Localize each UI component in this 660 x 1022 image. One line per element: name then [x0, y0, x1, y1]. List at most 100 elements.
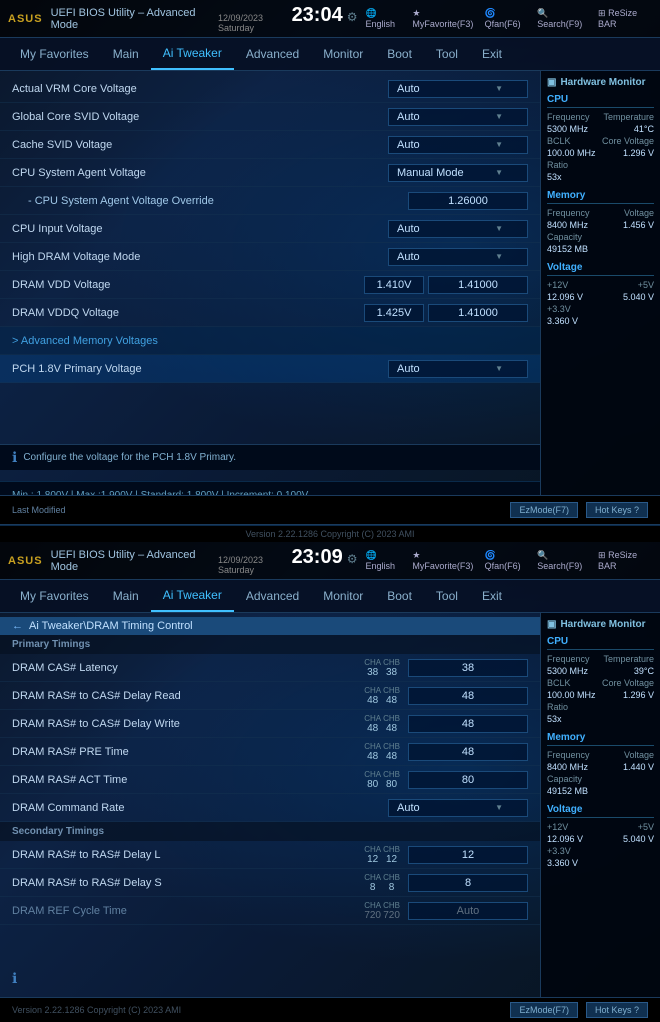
val-ras: CHA 80 CHB 80 80 — [364, 770, 528, 790]
val-vrm: Auto — [388, 80, 528, 98]
hw-cpu-freq-val-1: 5300 MHz 41°C — [547, 124, 654, 134]
box-ras[interactable]: 80 — [408, 771, 528, 789]
bottom-btns: EzMode(F7) Hot Keys ? — [510, 1002, 648, 1018]
dropdown-cpuin[interactable]: Auto — [388, 220, 528, 238]
label-dramvdd: DRAM VDD Voltage — [12, 279, 212, 291]
nav-main-1[interactable]: Main — [101, 39, 151, 69]
nav-advanced-2[interactable]: Advanced — [234, 581, 311, 611]
row-rp: DRAM RAS# PRE Time CHA 48 CHB 48 48 — [0, 738, 540, 766]
box-rrd-s[interactable]: 8 — [408, 874, 528, 892]
nav-monitor-1[interactable]: Monitor — [311, 39, 375, 69]
nav-boot-2[interactable]: Boot — [375, 581, 424, 611]
lang-btn-1[interactable]: 🌐 English — [365, 8, 404, 29]
dropdown-hdram[interactable]: Auto — [388, 248, 528, 266]
ch-rrd-l: CHA 12 CHB 12 — [364, 845, 400, 865]
label-dramvddq: DRAM VDDQ Voltage — [12, 307, 212, 319]
ch-cas-a: CHA 38 — [364, 658, 381, 678]
qfan-btn-2[interactable]: 🌀 Qfan(F6) — [485, 550, 530, 571]
nav-monitor-2[interactable]: Monitor — [311, 581, 375, 611]
ch-cas-b: CHB 38 — [383, 658, 400, 678]
hotkeys-btn[interactable]: Hot Keys ? — [586, 502, 648, 518]
dropdown-cache[interactable]: Auto — [388, 136, 528, 154]
hw-ratio-row-1: Ratio — [547, 160, 654, 170]
ezmode-btn-bottom[interactable]: EzMode(F7) — [510, 1002, 578, 1018]
nav-tool-2[interactable]: Tool — [424, 581, 470, 611]
ch-rrd-s: CHA 8 CHB 8 — [364, 873, 400, 893]
row-cas: DRAM CAS# Latency CHA 38 CHB 38 38 — [0, 654, 540, 682]
dropdown-gcore[interactable]: Auto — [388, 108, 528, 126]
val-cache: Auto — [388, 136, 528, 154]
nav-myfav-2[interactable]: My Favorites — [8, 581, 101, 611]
settings-icon-2[interactable]: ⚙ — [347, 552, 358, 566]
search-btn-2[interactable]: 🔍 Search(F9) — [537, 550, 590, 571]
row-adv-mem[interactable]: > Advanced Memory Voltages — [0, 327, 540, 355]
dropdown-sysagent[interactable]: Manual Mode — [388, 164, 528, 182]
ezmode-btn[interactable]: EzMode(F7) — [510, 502, 578, 518]
nav-myfav-1[interactable]: My Favorites — [8, 39, 101, 69]
row-hdram: High DRAM Voltage Mode Auto — [0, 243, 540, 271]
secondary-timings-header: Secondary Timings — [0, 822, 540, 841]
ch-rp: CHA 48 CHB 48 — [364, 742, 400, 762]
hotkeys-btn-bottom[interactable]: Hot Keys ? — [586, 1002, 648, 1018]
val-pch: Auto — [388, 360, 528, 378]
box-rcd-write[interactable]: 48 — [408, 715, 528, 733]
nav-aitweaker-1[interactable]: Ai Tweaker — [151, 38, 234, 70]
top-bar-1: ASUS UEFI BIOS Utility – Advanced Mode 1… — [0, 0, 660, 38]
nav-boot-1[interactable]: Boot — [375, 39, 424, 69]
val-sysagent-override: 1.26000 — [408, 192, 528, 210]
qfan-btn-1[interactable]: 🌀 Qfan(F6) — [485, 8, 530, 29]
val-rcd-read: CHA 48 CHB 48 48 — [364, 686, 528, 706]
hw-cpu-title-1: CPU — [547, 94, 654, 108]
nav-aitweaker-2[interactable]: Ai Tweaker — [151, 580, 234, 612]
ch-cas: CHA 38 CHB 38 — [364, 658, 400, 678]
label-adv-mem: > Advanced Memory Voltages — [12, 335, 212, 347]
search-btn-1[interactable]: 🔍 Search(F9) — [537, 8, 590, 29]
row-rcd-read: DRAM RAS# to CAS# Delay Read CHA 48 CHB … — [0, 682, 540, 710]
row-rrd-l: DRAM RAS# to RAS# Delay L CHA 12 CHB 12 … — [0, 841, 540, 869]
hw-mem-cap-row-1: Capacity — [547, 232, 654, 242]
nav-exit-2[interactable]: Exit — [470, 581, 514, 611]
row-cache: Cache SVID Voltage Auto — [0, 131, 540, 159]
myfav-btn-1[interactable]: ★ MyFavorite(F3) — [412, 8, 476, 29]
box-rrd-l[interactable]: 12 — [408, 846, 528, 864]
nav-main-2[interactable]: Main — [101, 581, 151, 611]
breadcrumb-2: ← Ai Tweaker\DRAM Timing Control — [0, 617, 540, 635]
row-dramvdd: DRAM VDD Voltage 1.410V 1.41000 — [0, 271, 540, 299]
box-dramvdd-v: 1.410V — [364, 276, 424, 294]
hw-volt-33-val-1: 3.360 V — [547, 316, 654, 326]
row-ras: DRAM RAS# ACT Time CHA 80 CHB 80 80 — [0, 766, 540, 794]
box-dramvdd[interactable]: 1.41000 — [428, 276, 528, 294]
nav-exit-1[interactable]: Exit — [470, 39, 514, 69]
box-dramvddq[interactable]: 1.41000 — [428, 304, 528, 322]
rebar-btn-2[interactable]: ⊞ ReSize BAR — [598, 550, 652, 571]
time-2: 23:09 — [292, 546, 343, 569]
hw-mem-title-1: Memory — [547, 190, 654, 204]
box-rcd-read[interactable]: 48 — [408, 687, 528, 705]
hw-title-2: ▣ Hardware Monitor — [547, 619, 654, 630]
nav-tool-1[interactable]: Tool — [424, 39, 470, 69]
back-arrow-2[interactable]: ← — [12, 620, 23, 632]
row-dramvddq: DRAM VDDQ Voltage 1.425V 1.41000 — [0, 299, 540, 327]
val-rcd-write: CHA 48 CHB 48 48 — [364, 714, 528, 734]
ch-rcd-read: CHA 48 CHB 48 — [364, 686, 400, 706]
row-rcd-write: DRAM RAS# to CAS# Delay Write CHA 48 CHB… — [0, 710, 540, 738]
hw-cpu-title-2: CPU — [547, 636, 654, 650]
box-sysagent-override[interactable]: 1.26000 — [408, 192, 528, 210]
val-cpuin: Auto — [388, 220, 528, 238]
ch-ras: CHA 80 CHB 80 — [364, 770, 400, 790]
lang-btn-2[interactable]: 🌐 English — [365, 550, 404, 571]
dropdown-cmdrate[interactable]: Auto — [388, 799, 528, 817]
dropdown-vrm[interactable]: Auto — [388, 80, 528, 98]
screen1: ASUS UEFI BIOS Utility – Advanced Mode 1… — [0, 0, 660, 495]
hw-cpu-2: CPU Frequency Temperature 5300 MHz 39°C … — [547, 636, 654, 724]
settings-icon-1[interactable]: ⚙ — [347, 10, 358, 24]
box-cas[interactable]: 38 — [408, 659, 528, 677]
nav-advanced-1[interactable]: Advanced — [234, 39, 311, 69]
range-bar-1: Min.: 1.800V | Max.:1.900V | Standard: 1… — [0, 481, 540, 495]
box-rp[interactable]: 48 — [408, 743, 528, 761]
myfav-btn-2[interactable]: ★ MyFavorite(F3) — [412, 550, 476, 571]
hw-volt-12-val-1: 12.096 V 5.040 V — [547, 292, 654, 302]
rebar-btn-1[interactable]: ⊞ ReSize BAR — [598, 8, 652, 29]
dropdown-pch[interactable]: Auto — [388, 360, 528, 378]
hw-cpu-1: CPU Frequency Temperature 5300 MHz 41°C … — [547, 94, 654, 182]
